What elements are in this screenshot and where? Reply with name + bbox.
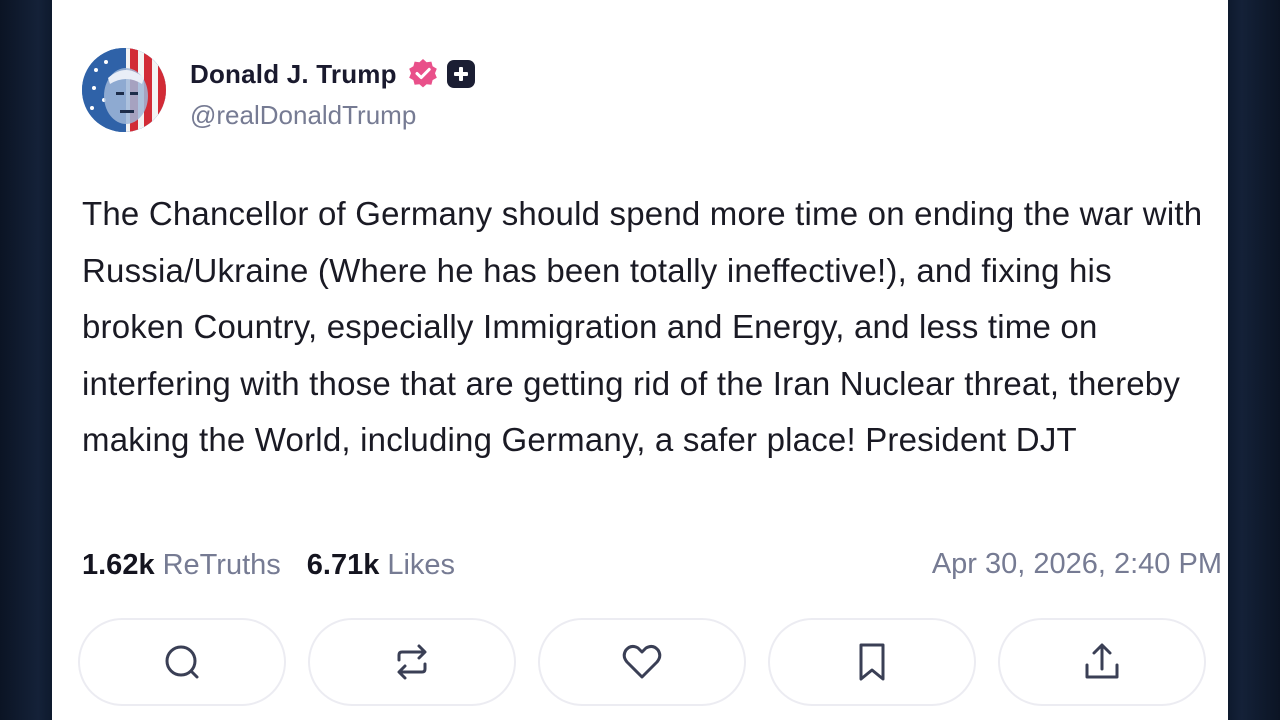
likes-count: 6.71k bbox=[306, 548, 380, 581]
user-handle[interactable]: @realDonaldTrump bbox=[190, 100, 416, 131]
post-timestamp[interactable]: Apr 30, 2026, 2:40 PM bbox=[932, 548, 1222, 581]
plus-badge-icon bbox=[446, 60, 475, 88]
retruth-icon bbox=[397, 644, 427, 680]
post-text: The Chancellor of Germany should spend m… bbox=[82, 195, 1203, 458]
post-stats: 1.62k ReTruths 6.71k Likes Apr 30, 2026,… bbox=[82, 540, 1222, 590]
avatar[interactable] bbox=[82, 48, 166, 132]
bookmark-button[interactable] bbox=[768, 618, 976, 706]
reply-button[interactable] bbox=[78, 618, 286, 706]
retruths-count: 1.62k bbox=[82, 548, 155, 581]
like-icon bbox=[622, 644, 662, 679]
like-button[interactable] bbox=[538, 618, 746, 706]
share-icon bbox=[1085, 643, 1119, 679]
retruths-stat[interactable]: 1.62k ReTruths bbox=[82, 549, 281, 582]
retruths-label: ReTruths bbox=[162, 548, 281, 581]
bookmark-icon bbox=[859, 643, 885, 681]
reply-icon bbox=[165, 645, 199, 679]
post-card: Donald J. Trump @realDonaldTrump The Cha… bbox=[52, 0, 1228, 720]
post-header: Donald J. Trump @realDonaldTrump bbox=[82, 48, 682, 138]
retruth-button[interactable] bbox=[308, 618, 516, 706]
display-name[interactable]: Donald J. Trump bbox=[190, 59, 397, 90]
name-row: Donald J. Trump bbox=[190, 54, 475, 94]
likes-label: Likes bbox=[387, 548, 456, 581]
likes-stat[interactable]: 6.71k Likes bbox=[307, 549, 455, 582]
verified-badge-icon bbox=[407, 58, 439, 90]
action-bar bbox=[78, 618, 1208, 708]
share-button[interactable] bbox=[998, 618, 1206, 706]
video-frame: Donald J. Trump @realDonaldTrump The Cha… bbox=[0, 0, 1280, 720]
avatar-image bbox=[82, 48, 166, 132]
